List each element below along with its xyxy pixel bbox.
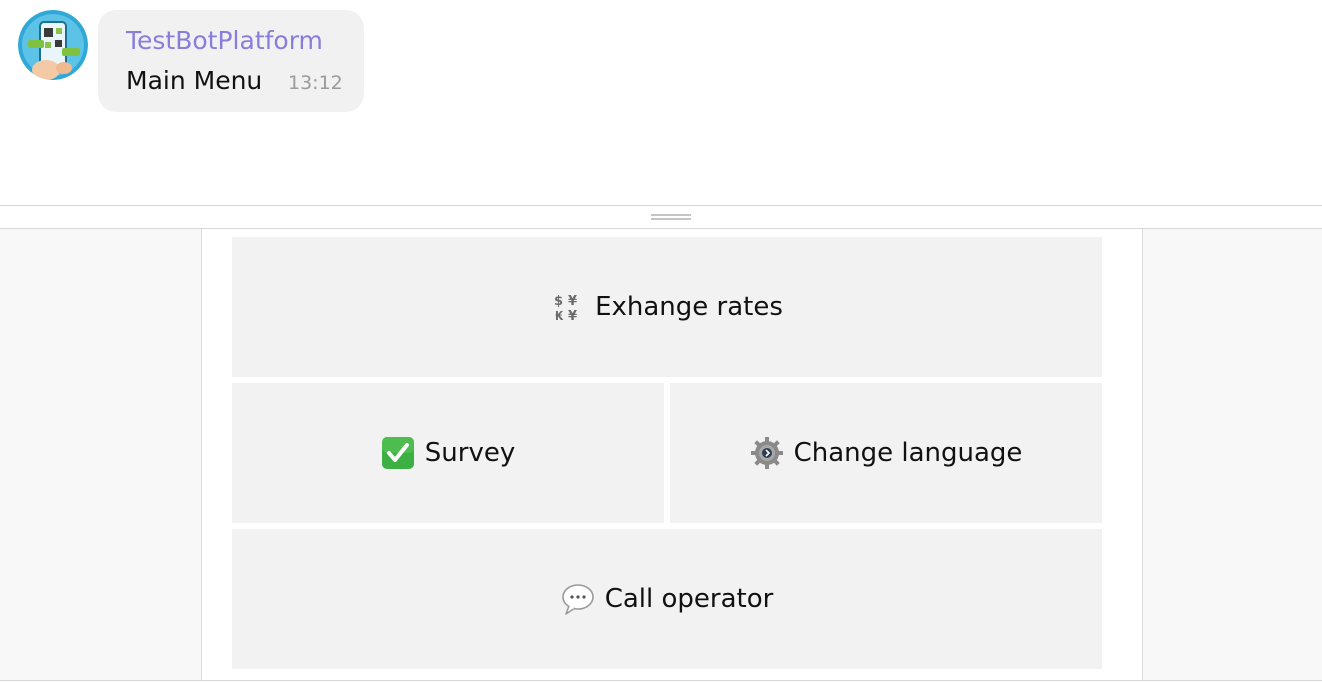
drag-grip-icon <box>651 214 691 220</box>
reply-keyboard-area: $ ¥ ₭ ¥ Exhange rates Survey Change lang… <box>0 229 1322 681</box>
check-mark-button-icon <box>381 436 415 470</box>
reply-keyboard: $ ¥ ₭ ¥ Exhange rates Survey Change lang… <box>201 229 1143 680</box>
keyboard-resize-handle[interactable] <box>0 205 1322 229</box>
message-sender[interactable]: TestBotPlatform <box>126 26 323 55</box>
change-language-button[interactable]: Change language <box>670 383 1102 523</box>
svg-text:¥: ¥ <box>568 309 577 322</box>
chat-history: TestBotPlatform Main Menu 13:12 <box>0 0 1322 205</box>
exchange-rates-label: Exhange rates <box>595 292 783 322</box>
svg-text:$: $ <box>554 294 563 309</box>
survey-button[interactable]: Survey <box>232 383 664 523</box>
svg-text:₭: ₭ <box>555 309 564 322</box>
exchange-rates-button[interactable]: $ ¥ ₭ ¥ Exhange rates <box>232 237 1102 377</box>
change-language-label: Change language <box>793 438 1023 468</box>
currency-exchange-icon: $ ¥ ₭ ¥ <box>551 290 585 324</box>
speech-balloon-icon <box>561 582 595 616</box>
message-time: 13:12 <box>288 72 343 94</box>
bot-avatar-image <box>18 10 88 80</box>
survey-label: Survey <box>424 438 516 468</box>
message-text: Main Menu <box>126 66 263 95</box>
svg-text:¥: ¥ <box>568 294 577 309</box>
gear-icon <box>750 436 784 470</box>
message-bubble[interactable]: TestBotPlatform Main Menu 13:12 <box>98 10 364 112</box>
bot-avatar[interactable] <box>18 10 88 80</box>
call-operator-label: Call operator <box>604 584 774 614</box>
call-operator-button[interactable]: Call operator <box>232 529 1102 669</box>
